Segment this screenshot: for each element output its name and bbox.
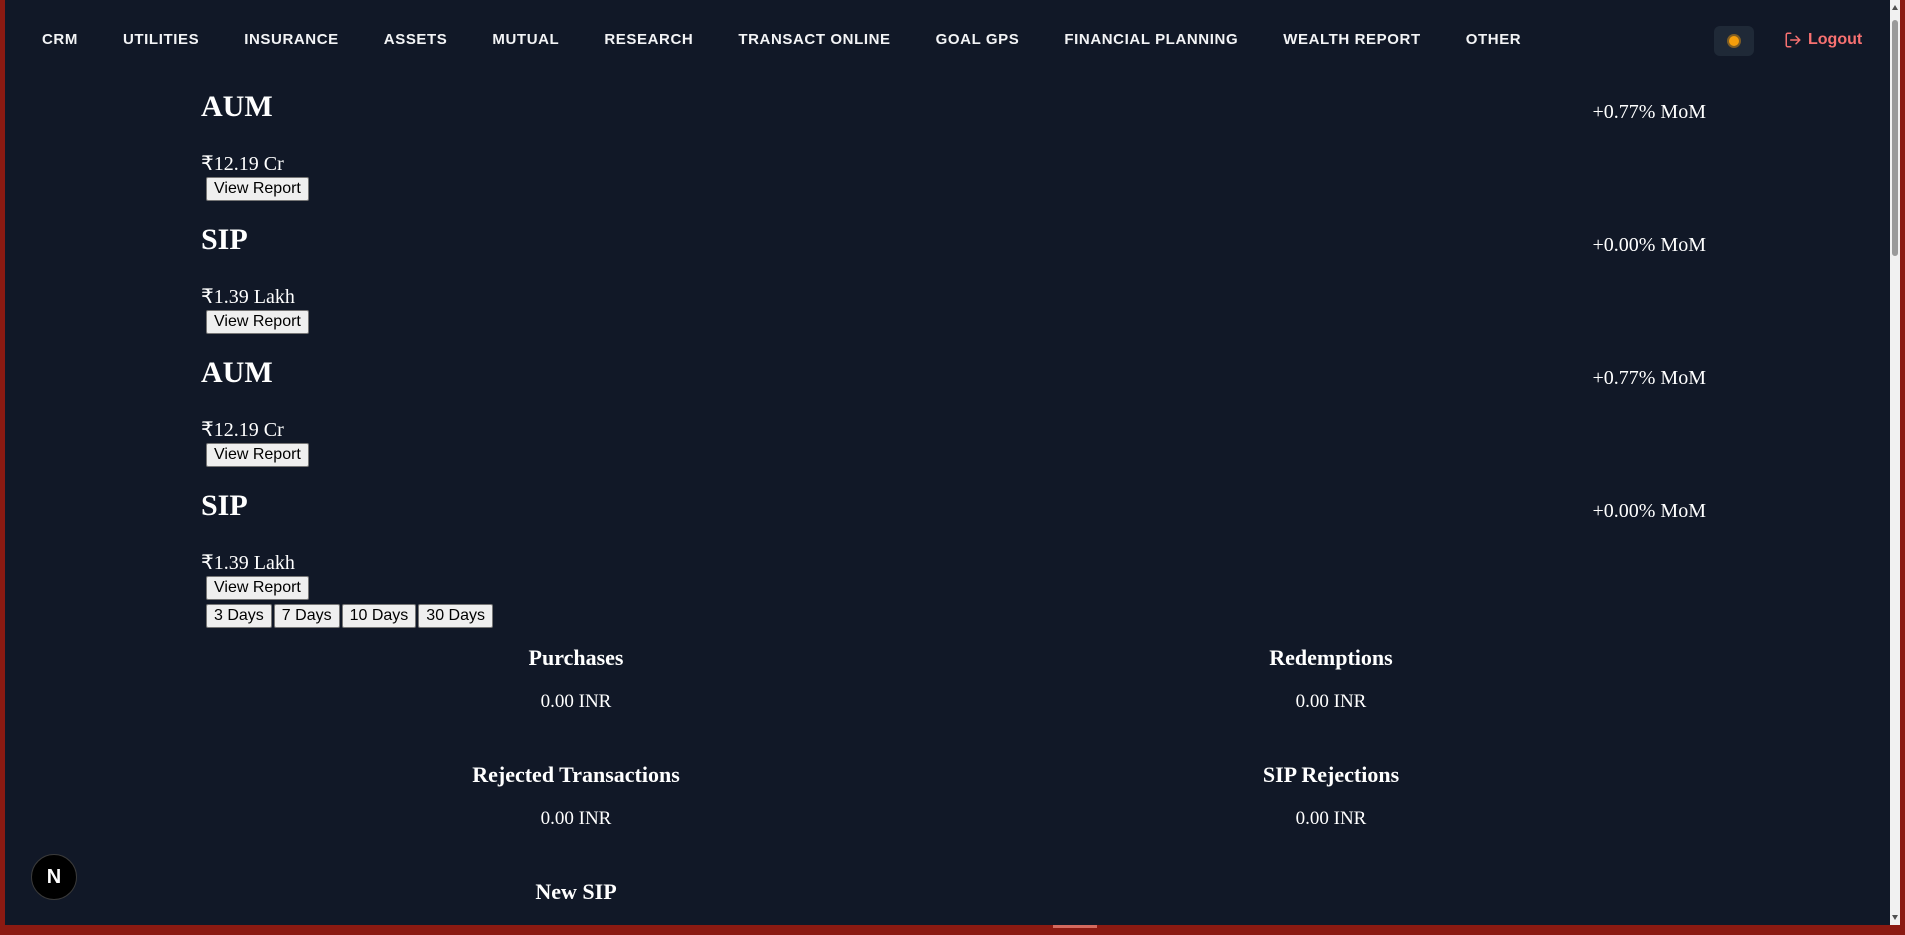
- nav-link-mutual[interactable]: MUTUAL: [492, 31, 559, 48]
- view-report-button[interactable]: View Report: [206, 576, 309, 600]
- scroll-up-arrow-icon[interactable]: [1892, 5, 1898, 10]
- nav-link-insurance[interactable]: INSURANCE: [244, 31, 339, 48]
- metric-title: AUM: [201, 90, 273, 123]
- nav-link-financial-planning[interactable]: FINANCIAL PLANNING: [1064, 31, 1238, 48]
- vertical-scrollbar[interactable]: [1890, 0, 1900, 925]
- nav-link-research[interactable]: RESEARCH: [604, 31, 693, 48]
- view-report-button[interactable]: View Report: [206, 177, 309, 201]
- metric-title: SIP: [201, 223, 248, 256]
- view-report-button[interactable]: View Report: [206, 443, 309, 467]
- nav-link-utilities[interactable]: UTILITIES: [123, 31, 199, 48]
- metric-card-sip: SIP +0.00% MoM ₹1.39 Lakh View Report: [201, 489, 1706, 622]
- top-navigation: CRM UTILITIES INSURANCE ASSETS MUTUAL RE…: [5, 0, 1900, 84]
- stat-value: 0.00 INR: [540, 808, 612, 829]
- main-content: AUM +0.77% MoM ₹12.19 Cr View Report SIP…: [201, 90, 1706, 904]
- stat-title: SIP Rejections: [1262, 762, 1400, 787]
- metric-change: +0.00% MoM: [1592, 234, 1706, 256]
- view-report-button[interactable]: View Report: [206, 310, 309, 334]
- nav-link-goal-gps[interactable]: GOAL GPS: [936, 31, 1020, 48]
- scrollbar-thumb[interactable]: [1892, 20, 1898, 256]
- metric-value: ₹1.39 Lakh: [201, 286, 295, 308]
- metric-change: +0.00% MoM: [1592, 500, 1706, 522]
- day-filter-group: 3 Days 7 Days 10 Days 30 Days: [206, 604, 493, 628]
- stat-title: Redemptions: [1269, 645, 1393, 670]
- filter-10-days-button[interactable]: 10 Days: [341, 604, 417, 628]
- app-window: CRM UTILITIES INSURANCE ASSETS MUTUAL RE…: [5, 0, 1900, 925]
- metric-card-sip: SIP +0.00% MoM ₹1.39 Lakh View Report: [201, 223, 1706, 356]
- stat-title: New SIP: [535, 879, 617, 904]
- stat-value: 0.00 INR: [1295, 691, 1367, 712]
- scroll-down-arrow-icon[interactable]: [1892, 915, 1898, 920]
- filter-7-days-button[interactable]: 7 Days: [273, 604, 340, 628]
- nav-link-crm[interactable]: CRM: [42, 31, 78, 48]
- badge-letter: N: [46, 865, 62, 888]
- stat-redemptions: Redemptions 0.00 INR: [956, 645, 1706, 713]
- nav-link-transact-online[interactable]: TRANSACT ONLINE: [738, 31, 890, 48]
- stat-value: 0.00 INR: [1295, 808, 1367, 829]
- metric-change: +0.77% MoM: [1592, 367, 1706, 389]
- stat-purchases: Purchases 0.00 INR: [201, 645, 951, 713]
- filter-30-days-button[interactable]: 30 Days: [418, 604, 493, 628]
- nav-links: CRM UTILITIES INSURANCE ASSETS MUTUAL RE…: [42, 31, 1521, 48]
- nav-link-wealth-report[interactable]: WEALTH REPORT: [1283, 31, 1421, 48]
- stat-value: 0.00 INR: [540, 691, 612, 712]
- stat-title: Rejected Transactions: [472, 762, 680, 787]
- logout-label: Logout: [1808, 31, 1863, 48]
- stat-new-sip: New SIP: [201, 879, 951, 925]
- stat-rejected-transactions: Rejected Transactions 0.00 INR: [201, 762, 951, 830]
- metric-title: AUM: [201, 356, 273, 389]
- nav-link-assets[interactable]: ASSETS: [384, 31, 448, 48]
- sun-icon: [1729, 36, 1739, 46]
- stat-title: Purchases: [528, 645, 624, 670]
- nav-link-other[interactable]: OTHER: [1466, 31, 1522, 48]
- bottom-frame-bar: [0, 925, 1905, 935]
- nextjs-dev-badge[interactable]: N: [31, 854, 77, 900]
- logout-icon: [1785, 32, 1801, 48]
- metric-value: ₹1.39 Lakh: [201, 552, 295, 574]
- metric-change: +0.77% MoM: [1592, 101, 1706, 123]
- stat-sip-rejections: SIP Rejections 0.00 INR: [956, 762, 1706, 830]
- metric-title: SIP: [201, 489, 248, 522]
- metric-value: ₹12.19 Cr: [201, 419, 284, 441]
- metric-card-aum: AUM +0.77% MoM ₹12.19 Cr View Report: [201, 90, 1706, 223]
- bottom-bar-indicator: [1053, 925, 1097, 928]
- filter-3-days-button[interactable]: 3 Days: [206, 604, 272, 628]
- metric-value: ₹12.19 Cr: [201, 153, 284, 175]
- theme-toggle-button[interactable]: [1714, 26, 1754, 56]
- metric-card-aum: AUM +0.77% MoM ₹12.19 Cr View Report: [201, 356, 1706, 489]
- logout-button[interactable]: Logout: [1784, 31, 1862, 49]
